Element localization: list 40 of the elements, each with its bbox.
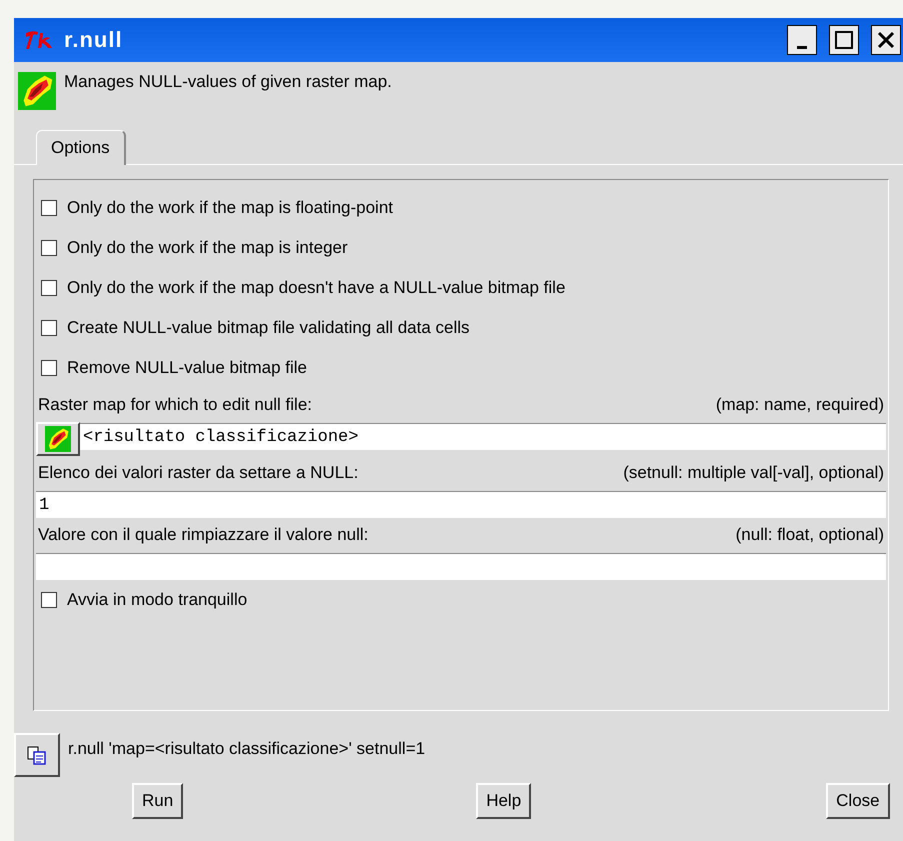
checkbox[interactable] [41, 592, 57, 608]
tab[interactable]: Options [36, 130, 126, 165]
window-title: r.null [64, 27, 124, 53]
dialog-button[interactable]: Help [476, 783, 532, 819]
description: Manages NULL-values of given raster map. [64, 72, 392, 93]
close-icon [877, 31, 895, 49]
minimize-button[interactable] [787, 25, 817, 55]
dialog-button[interactable]: Run [132, 783, 184, 819]
checkbox[interactable] [41, 280, 57, 296]
checkbox[interactable] [41, 200, 57, 216]
field-label: Elenco dei valori raster da settare a NULL: [38, 463, 358, 483]
checkbox-label: Remove NULL-value bitmap file [67, 358, 307, 378]
field-label: Raster map for which to edit null file: [38, 395, 312, 415]
input-field[interactable] [36, 553, 886, 580]
checkbox-label: Avvia in modo tranquillo [67, 590, 248, 610]
maximize-icon [835, 31, 853, 49]
checkbox-label: Only do the work if the map is floating-point [67, 198, 393, 218]
checkbox[interactable] [41, 360, 57, 376]
checkbox-label: Only do the work if the map is integer [67, 238, 348, 258]
raster-map-icon [18, 72, 56, 110]
raster-map-icon [45, 426, 71, 452]
input-field[interactable]: 1 [36, 491, 886, 518]
dialog-button[interactable]: Close [826, 783, 890, 819]
map-picker-button[interactable] [36, 422, 80, 456]
input-field[interactable]: <risultato classificazione> [80, 423, 886, 450]
field-hint: (null: float, optional) [736, 525, 884, 545]
close-button[interactable] [871, 25, 901, 55]
checkbox-label: Only do the work if the map doesn't have a NULL-value bitmap file [67, 278, 566, 298]
maximize-button[interactable] [829, 25, 859, 55]
checkbox[interactable] [41, 320, 57, 336]
checkbox[interactable] [41, 240, 57, 256]
command-text: r.null 'map=<risultato classificazione>' setnull=1 [68, 739, 426, 759]
checkbox-label: Create NULL-value bitmap file validating all data cells [67, 318, 470, 338]
field-label: Valore con il quale rimpiazzare il valore null: [38, 525, 368, 545]
field-hint: (map: name, required) [716, 395, 884, 415]
field-hint: (setnull: multiple val[-val], optional) [623, 463, 884, 483]
copy-icon [26, 745, 48, 765]
copy-button[interactable] [14, 733, 60, 777]
feather-logo-icon [24, 29, 54, 51]
minimize-icon [797, 46, 807, 48]
